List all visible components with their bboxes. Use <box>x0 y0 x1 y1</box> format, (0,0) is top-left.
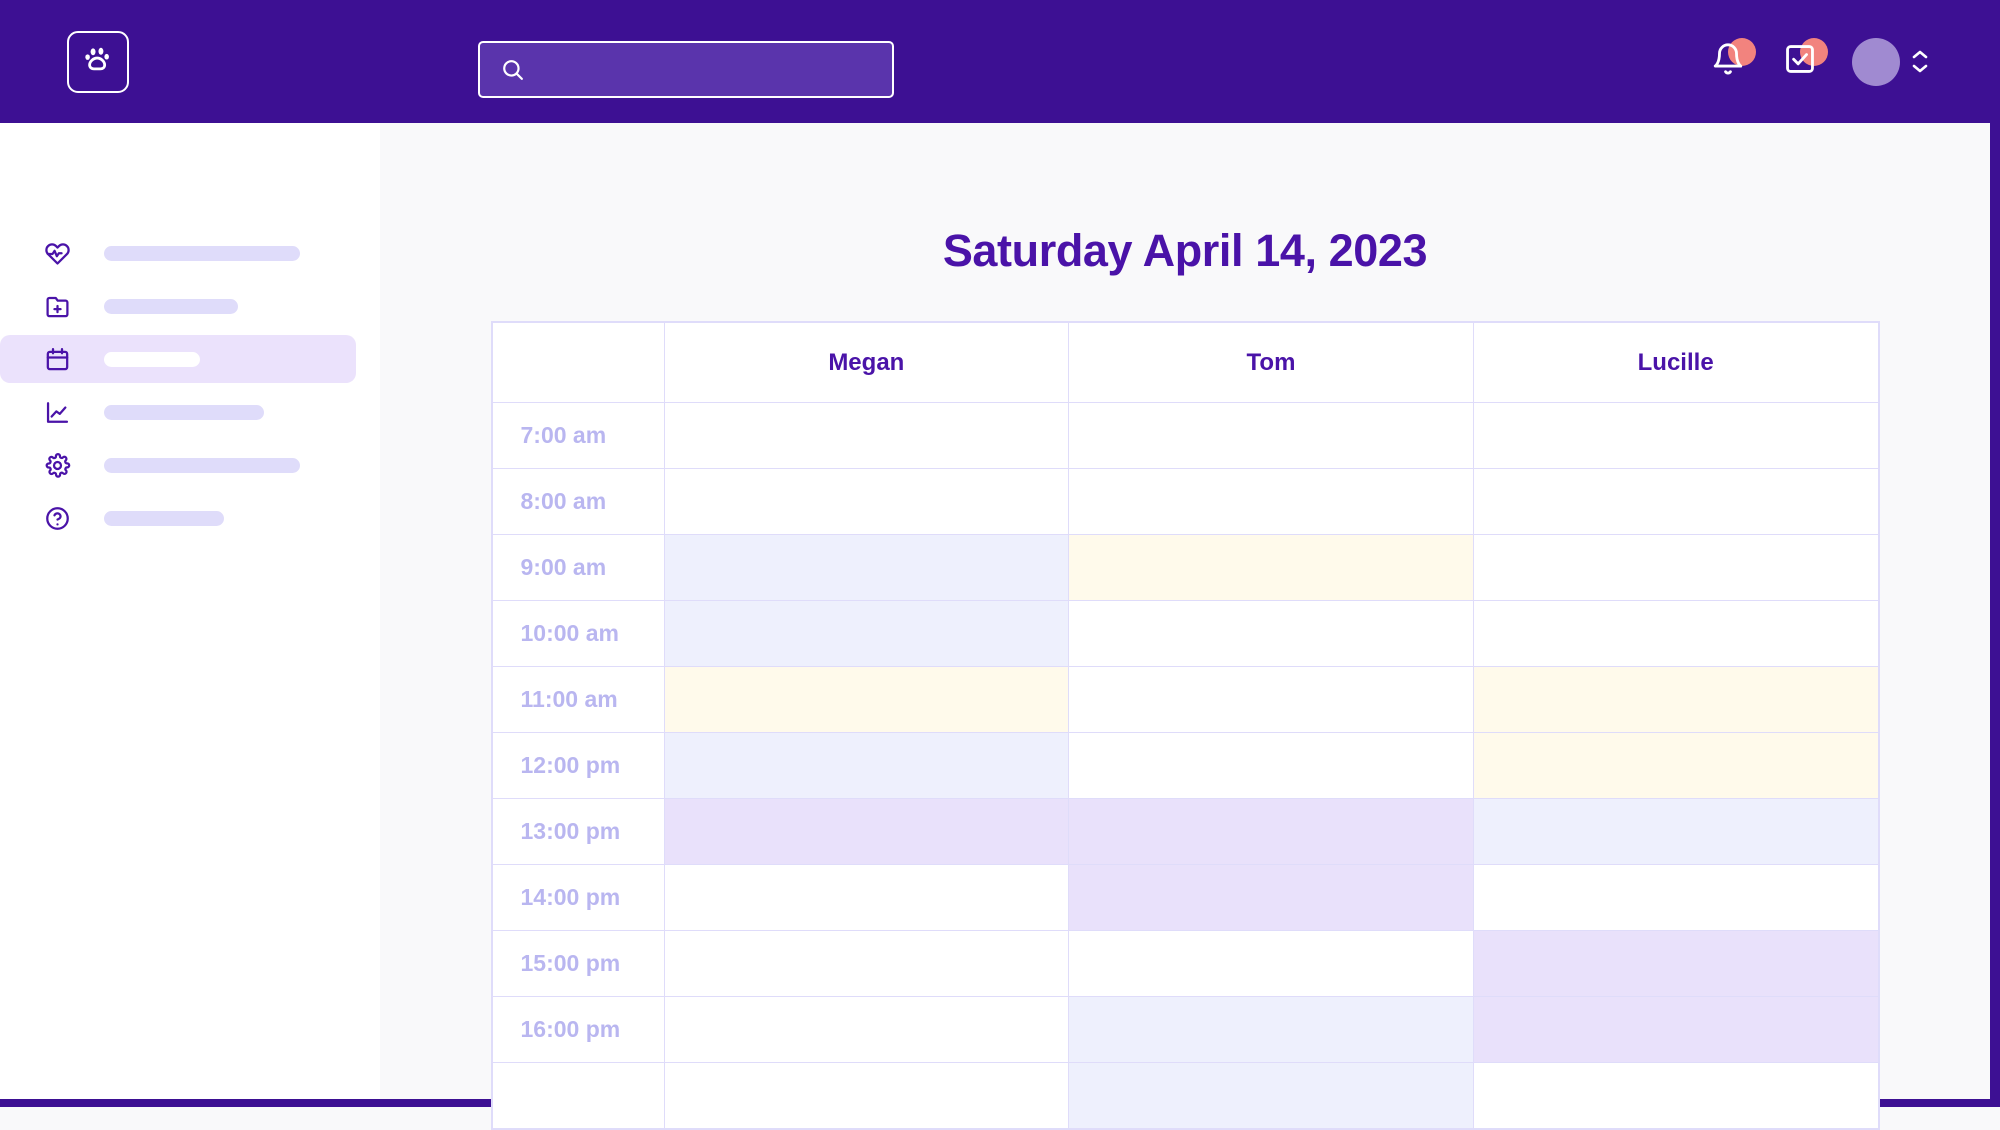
sidebar-item-reports[interactable] <box>0 388 356 436</box>
schedule-slot-tom[interactable] <box>1068 864 1474 931</box>
header-actions <box>1692 0 1928 123</box>
heart-pulse-icon <box>44 240 78 267</box>
schedule-row: 9:00 am <box>491 534 1879 601</box>
schedule-column-header[interactable]: Tom <box>1068 322 1474 403</box>
schedule-table-wrapper: Megan Tom Lucille 7:00 am 8:00 am 9:00 am 1… <box>490 321 1880 1130</box>
schedule-column-header[interactable]: Lucille <box>1472 322 1879 403</box>
schedule-slot-megan[interactable] <box>663 798 1070 865</box>
chevron-up-down-icon[interactable] <box>1912 50 1928 73</box>
schedule-slot-tom[interactable] <box>1068 798 1474 865</box>
schedule-slot-megan[interactable] <box>663 600 1070 667</box>
schedule-slot-lucille[interactable] <box>1472 996 1879 1063</box>
schedule-slot-lucille[interactable] <box>1472 600 1879 667</box>
schedule-slot-megan[interactable] <box>663 930 1070 997</box>
schedule-slot-lucille[interactable] <box>1472 1062 1879 1129</box>
schedule-slot-tom[interactable] <box>1068 996 1474 1063</box>
schedule-time-label: 10:00 am <box>491 600 665 667</box>
schedule-time-label: 9:00 am <box>491 534 665 601</box>
sidebar-item-label <box>104 457 300 473</box>
schedule-header-row: Megan Tom Lucille <box>491 322 1879 403</box>
sidebar-item-label <box>104 245 300 261</box>
schedule-row: 14:00 pm <box>491 864 1879 931</box>
schedule-slot-tom[interactable] <box>1068 666 1474 733</box>
sidebar-item-calendar[interactable] <box>0 335 356 383</box>
schedule-slot-tom[interactable] <box>1068 732 1474 799</box>
schedule-row: 11:00 am <box>491 666 1879 733</box>
schedule-time-label: 14:00 pm <box>491 864 665 931</box>
checkbox-check-icon <box>1783 42 1817 81</box>
gear-icon <box>44 452 78 479</box>
calendar-icon <box>44 346 78 373</box>
schedule-row: 13:00 pm <box>491 798 1879 865</box>
app-logo[interactable] <box>67 30 129 93</box>
folder-plus-icon <box>44 293 78 320</box>
schedule-slot-lucille[interactable] <box>1472 930 1879 997</box>
schedule-slot-tom[interactable] <box>1068 468 1474 535</box>
schedule-slot-megan[interactable] <box>663 468 1070 535</box>
sidebar-item-label <box>104 404 264 420</box>
schedule-row: 10:00 am <box>491 600 1879 667</box>
schedule-time-label: 12:00 pm <box>491 732 665 799</box>
avatar[interactable] <box>1852 37 1900 86</box>
sidebar-item-new-record[interactable] <box>0 282 356 330</box>
schedule-row: 7:00 am <box>491 402 1879 469</box>
schedule-slot-tom[interactable] <box>1068 1062 1474 1129</box>
schedule-table: Megan Tom Lucille 7:00 am 8:00 am 9:00 am 1… <box>491 322 1879 1129</box>
paw-print-icon <box>82 43 114 80</box>
line-chart-icon <box>44 399 78 426</box>
schedule-slot-lucille[interactable] <box>1472 402 1879 469</box>
schedule-slot-megan[interactable] <box>663 534 1070 601</box>
schedule-time-label: 13:00 pm <box>491 798 665 865</box>
schedule-row: 8:00 am <box>491 468 1879 535</box>
schedule-slot-tom[interactable] <box>1068 600 1474 667</box>
schedule-time-label: 7:00 am <box>491 402 665 469</box>
top-bar <box>0 0 1990 123</box>
sidebar-item-label <box>104 298 238 314</box>
schedule-slot-lucille[interactable] <box>1472 666 1879 733</box>
schedule-slot-lucille[interactable] <box>1472 468 1879 535</box>
schedule-slot-megan[interactable] <box>663 1062 1070 1129</box>
schedule-slot-tom[interactable] <box>1068 402 1474 469</box>
schedule-time-label: 8:00 am <box>491 468 665 535</box>
sidebar-item-settings[interactable] <box>0 441 356 489</box>
schedule-slot-megan[interactable] <box>663 666 1070 733</box>
schedule-slot-tom[interactable] <box>1068 534 1474 601</box>
bell-icon <box>1711 42 1745 81</box>
main-content: Saturday April 14, 2023 Megan Tom Lucill… <box>380 123 1990 1130</box>
sidebar <box>0 123 380 1099</box>
search-bar[interactable] <box>478 41 894 98</box>
schedule-slot-megan[interactable] <box>663 402 1070 469</box>
schedule-column-header[interactable]: Megan <box>663 322 1070 403</box>
schedule-time-label: 15:00 pm <box>491 930 665 997</box>
schedule-time-label <box>491 1062 665 1129</box>
search-icon <box>500 57 526 83</box>
schedule-slot-lucille[interactable] <box>1472 798 1879 865</box>
schedule-row <box>491 1062 1879 1129</box>
schedule-slot-lucille[interactable] <box>1472 732 1879 799</box>
schedule-slot-megan[interactable] <box>663 732 1070 799</box>
schedule-table-body: 7:00 am 8:00 am 9:00 am 10:00 am 11:00 am 12:… <box>491 402 1879 1129</box>
sidebar-item-label <box>104 351 200 367</box>
question-circle-icon <box>44 505 78 532</box>
schedule-slot-megan[interactable] <box>663 864 1070 931</box>
schedule-corner-cell <box>491 322 665 403</box>
schedule-row: 16:00 pm <box>491 996 1879 1063</box>
page-title: Saturday April 14, 2023 <box>942 225 1428 276</box>
schedule-time-label: 16:00 pm <box>491 996 665 1063</box>
search-input[interactable] <box>526 58 892 81</box>
schedule-slot-lucille[interactable] <box>1472 864 1879 931</box>
schedule-row: 15:00 pm <box>491 930 1879 997</box>
notifications-button[interactable] <box>1692 26 1764 98</box>
schedule-slot-lucille[interactable] <box>1472 534 1879 601</box>
schedule-table-head: Megan Tom Lucille <box>491 322 1879 403</box>
schedule-slot-tom[interactable] <box>1068 930 1474 997</box>
schedule-time-label: 11:00 am <box>491 666 665 733</box>
tasks-button[interactable] <box>1764 26 1836 98</box>
sidebar-item-label <box>104 510 224 526</box>
sidebar-item-help[interactable] <box>0 494 356 542</box>
schedule-row: 12:00 pm <box>491 732 1879 799</box>
sidebar-item-health[interactable] <box>0 229 356 277</box>
schedule-slot-megan[interactable] <box>663 996 1070 1063</box>
